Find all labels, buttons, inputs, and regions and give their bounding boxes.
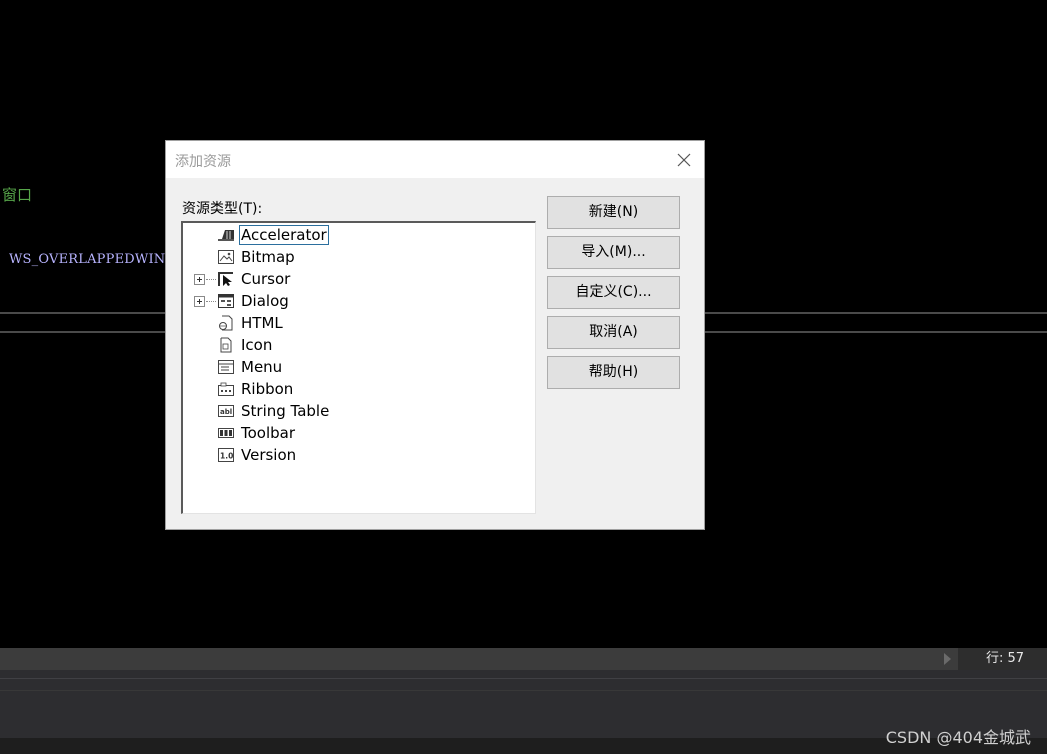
code-comment: 窗口 <box>2 186 33 204</box>
tree-item-label: Icon <box>241 336 273 354</box>
import-button[interactable]: 导入(M)... <box>547 236 680 269</box>
cancel-button[interactable]: 取消(A) <box>547 316 680 349</box>
tree-item-label: Accelerator <box>239 225 329 245</box>
tree-item-label: Bitmap <box>241 248 295 266</box>
tree-item-html[interactable]: HTML <box>183 312 533 334</box>
html-icon <box>217 315 235 331</box>
expand-icon[interactable] <box>194 296 205 307</box>
string-table-icon: abl <box>217 403 235 419</box>
tree-item-label: Ribbon <box>241 380 294 398</box>
tree-item-label: Dialog <box>241 292 289 310</box>
tree-item-dialog[interactable]: Dialog <box>183 290 533 312</box>
tree-item-label: Menu <box>241 358 283 376</box>
bitmap-icon <box>217 249 235 265</box>
tree-item-toolbar[interactable]: Toolbar <box>183 422 533 444</box>
resource-type-tree[interactable]: Accelerator Bitmap Cursor Dialog HTML Ic… <box>181 221 536 514</box>
version-icon: 1.0 <box>217 447 235 463</box>
menu-icon <box>217 359 235 375</box>
tree-item-label: Toolbar <box>241 424 296 442</box>
dialog-icon <box>217 293 235 309</box>
svg-text:abl: abl <box>220 408 232 416</box>
panel-divider <box>0 690 1047 691</box>
tree-item-label: String Table <box>241 402 330 420</box>
tree-item-string-table[interactable]: abl String Table <box>183 400 533 422</box>
new-button[interactable]: 新建(N) <box>547 196 680 229</box>
svg-text:1.0: 1.0 <box>220 452 233 461</box>
line-number-indicator[interactable]: 行: 57 <box>958 648 1047 670</box>
add-resource-dialog: 添加资源 资源类型(T): Accelerator Bitmap Cursor … <box>165 140 705 530</box>
tree-item-label: HTML <box>241 314 283 332</box>
tree-connector <box>206 279 216 280</box>
close-icon[interactable] <box>672 149 696 171</box>
tree-item-menu[interactable]: Menu <box>183 356 533 378</box>
tree-connector <box>206 301 216 302</box>
cursor-icon <box>217 271 235 287</box>
tree-item-ribbon[interactable]: Ribbon <box>183 378 533 400</box>
ribbon-icon <box>217 381 235 397</box>
help-button[interactable]: 帮助(H) <box>547 356 680 389</box>
tree-item-accelerator[interactable]: Accelerator <box>183 224 533 246</box>
expand-icon[interactable] <box>194 274 205 285</box>
toolbar-icon <box>217 425 235 441</box>
tree-item-label: Version <box>241 446 297 464</box>
resource-type-label: 资源类型(T): <box>182 201 263 217</box>
icon-resource-icon <box>217 337 235 353</box>
dialog-titlebar[interactable]: 添加资源 <box>166 141 704 178</box>
dialog-title: 添加资源 <box>175 154 231 170</box>
custom-button[interactable]: 自定义(C)... <box>547 276 680 309</box>
watermark: CSDN @404金城武 <box>885 728 1031 747</box>
tree-item-version[interactable]: 1.0 Version <box>183 444 533 466</box>
tree-item-label: Cursor <box>241 270 291 288</box>
tree-item-cursor[interactable]: Cursor <box>183 268 533 290</box>
code-constant: WS_OVERLAPPEDWINDO <box>9 252 187 267</box>
play-arrow-icon[interactable] <box>944 653 951 665</box>
tree-item-bitmap[interactable]: Bitmap <box>183 246 533 268</box>
tree-item-icon[interactable]: Icon <box>183 334 533 356</box>
panel-divider <box>0 678 1047 679</box>
status-bar: 行: 57 <box>0 648 1047 670</box>
accelerator-icon <box>217 227 235 243</box>
